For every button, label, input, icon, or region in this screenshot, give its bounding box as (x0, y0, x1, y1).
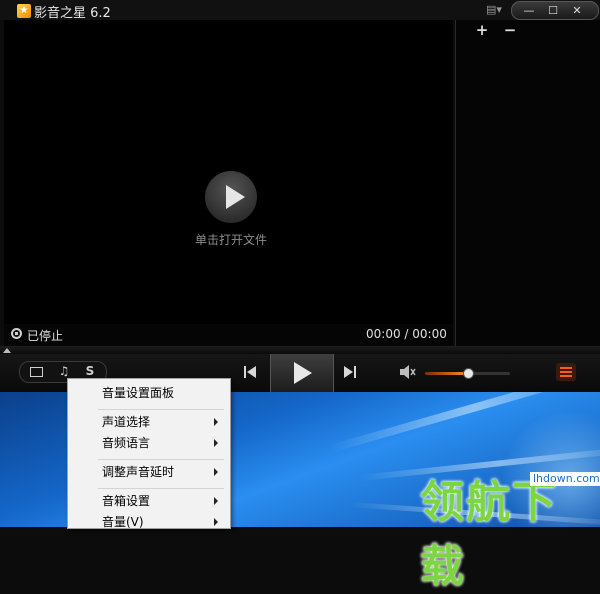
menu-separator (98, 409, 224, 410)
playlist-add-button[interactable]: + (474, 22, 490, 38)
volume-knob[interactable] (462, 368, 474, 379)
open-file-hint[interactable]: 单击打开文件 (170, 231, 292, 248)
menu-item[interactable]: 音频语言 (68, 432, 228, 454)
menu-item-label: 声道选择 (102, 415, 151, 429)
menu-item[interactable]: 音箱设置 (68, 490, 228, 512)
submenu-arrow-icon (214, 439, 218, 447)
seek-bar[interactable] (0, 346, 600, 354)
menu-separator (98, 459, 224, 460)
stop-icon (11, 328, 22, 339)
volume-icon (400, 365, 416, 379)
menu-item-label: 音量设置面板 (102, 386, 175, 400)
menu-item-label: 音箱设置 (102, 494, 151, 508)
play-icon (226, 185, 245, 209)
submenu-arrow-icon (214, 497, 218, 505)
playlist-icon (560, 367, 572, 369)
menu-item-label: 调整声音延时 (102, 465, 175, 479)
menu-item-label: 音频语言 (102, 436, 151, 450)
menu-item[interactable]: 音量(V) (68, 511, 228, 533)
audio-context-menu: 音量设置面板 声道选择 音频语言 调整声音延时 音箱设置 音量(V) (67, 378, 231, 529)
menu-item[interactable]: 声道选择 (68, 411, 228, 433)
playlist-panel[interactable]: + − (455, 20, 600, 346)
watermark-url: lhdown.com (530, 472, 600, 486)
playlist-remove-button[interactable]: − (502, 22, 518, 38)
next-button[interactable] (341, 363, 359, 381)
playback-status: 已停止 (27, 329, 64, 343)
time-display: 00:00 / 00:00 (366, 327, 447, 341)
seek-handle[interactable] (3, 348, 11, 353)
minimize-button[interactable]: — (518, 2, 540, 19)
open-file-play-button[interactable] (205, 171, 257, 223)
submenu-arrow-icon (214, 518, 218, 526)
previous-icon (244, 366, 256, 378)
mute-button[interactable] (399, 364, 417, 380)
submenu-arrow-icon (214, 468, 218, 476)
app-star-icon: ★ (17, 4, 31, 18)
volume-fill (425, 372, 468, 375)
menu-separator (98, 488, 224, 489)
video-mode-button[interactable] (26, 363, 46, 380)
playlist-icon (560, 371, 572, 373)
menu-item[interactable]: 调整声音延时 (68, 461, 228, 483)
music-note-icon: ♫ (58, 364, 70, 378)
playlist-icon (560, 375, 572, 377)
window-title: 影音之星 6.2 (34, 6, 111, 21)
play-icon (294, 362, 312, 384)
screen-icon (29, 367, 43, 377)
window-controls: — ☐ ✕ (511, 1, 599, 20)
menu-item[interactable]: 音量设置面板 (68, 382, 228, 404)
next-icon (344, 366, 356, 378)
submenu-arrow-icon (214, 418, 218, 426)
title-bar[interactable]: ★ 影音之星 6.2 ▤▾ — ☐ ✕ (0, 0, 600, 21)
play-button[interactable] (270, 354, 334, 392)
main-menu-button[interactable]: ▤▾ (483, 2, 505, 17)
previous-button[interactable] (241, 363, 259, 381)
maximize-button[interactable]: ☐ (542, 2, 564, 19)
menu-item-label: 音量(V) (102, 515, 144, 529)
playlist-toggle-button[interactable] (556, 363, 576, 381)
status-bar: 已停止 00:00 / 00:00 (4, 324, 453, 346)
volume-slider[interactable] (425, 368, 510, 379)
close-button[interactable]: ✕ (566, 2, 588, 19)
